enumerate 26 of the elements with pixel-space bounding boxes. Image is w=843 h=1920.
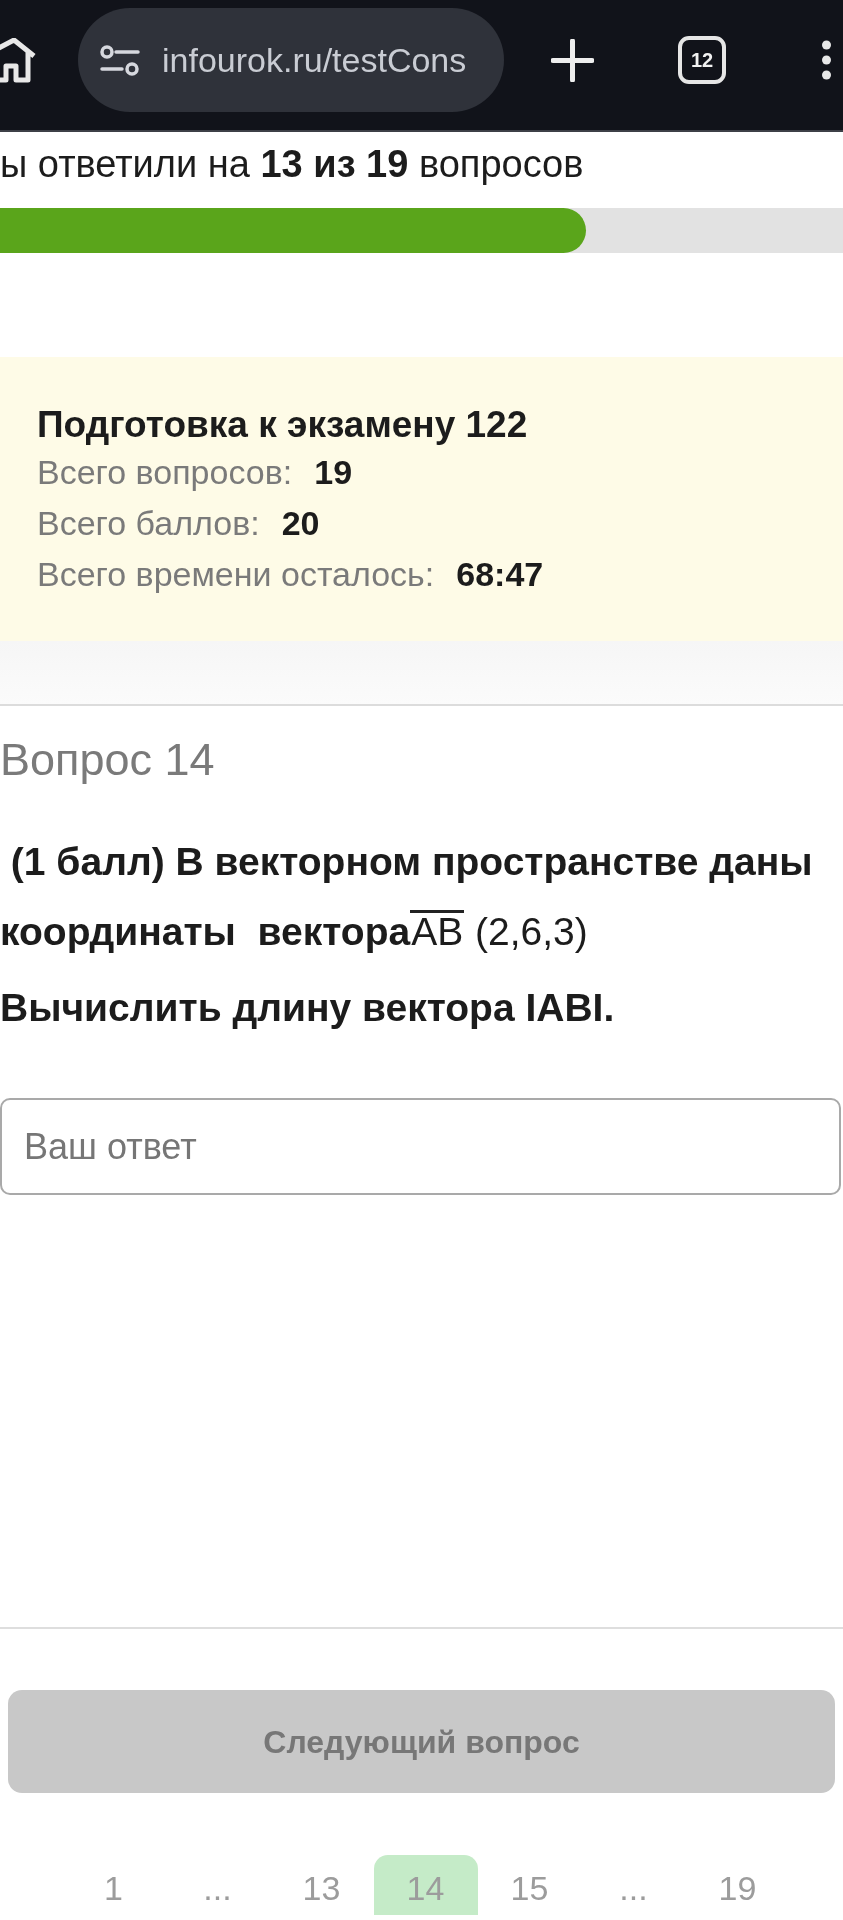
- test-title: Подготовка к экзамену 122: [37, 403, 529, 447]
- pagination-item[interactable]: 15: [477, 1855, 582, 1915]
- pagination-item[interactable]: ...: [581, 1855, 686, 1915]
- info-label: Всего вопросов:: [37, 452, 293, 493]
- pagination-item[interactable]: 14: [373, 1855, 478, 1915]
- more-menu-icon[interactable]: [820, 40, 833, 80]
- url-text: infourok.ru/testCons: [162, 43, 467, 77]
- pagination-item[interactable]: 19: [685, 1855, 790, 1915]
- info-label: Всего баллов:: [37, 503, 260, 544]
- question-text: (1 балл) В векторном пространстве даны координаты вектораAB (2,6,3): [0, 839, 814, 955]
- info-label: Всего времени осталось:: [37, 554, 435, 595]
- question-task: Вычислить длину вектора IABI.: [0, 985, 616, 1031]
- sliders-icon[interactable]: [100, 44, 140, 76]
- answer-input[interactable]: Ваш ответ: [0, 1098, 841, 1195]
- pagination-item[interactable]: 1: [61, 1855, 166, 1915]
- info-value: 68:47: [456, 554, 544, 595]
- tab-count-button[interactable]: 12: [678, 36, 726, 84]
- address-bar[interactable]: infourok.ru/testCons: [78, 8, 504, 112]
- info-value: 19: [314, 452, 353, 493]
- progress-text: ы ответили на 13 из 19 вопросов: [0, 142, 585, 187]
- pagination-item[interactable]: ...: [165, 1855, 270, 1915]
- pagination-item[interactable]: 13: [269, 1855, 374, 1915]
- info-value: 20: [281, 503, 320, 544]
- question-number: Вопрос 14: [0, 734, 216, 786]
- plus-icon[interactable]: [551, 38, 594, 82]
- home-icon[interactable]: [0, 37, 37, 83]
